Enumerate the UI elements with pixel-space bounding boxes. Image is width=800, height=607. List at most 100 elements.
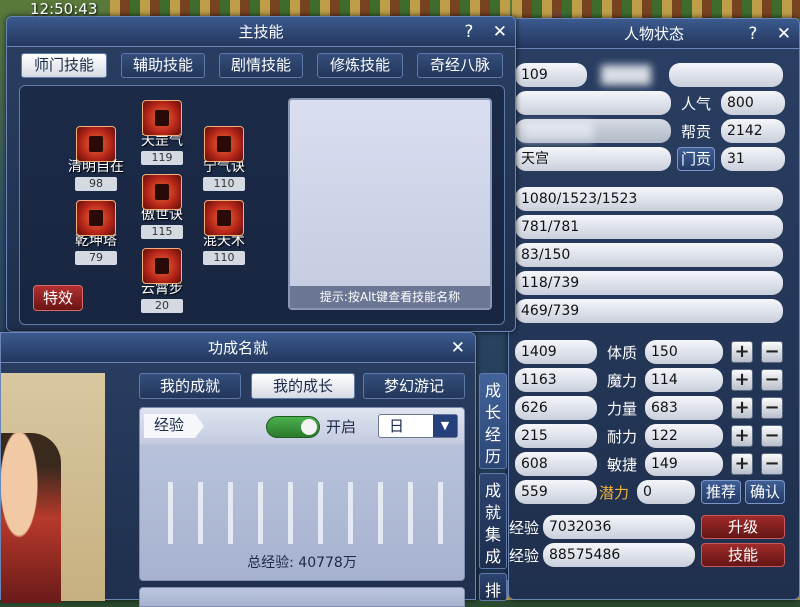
minus-button[interactable]: − [761,369,783,391]
skill-tiangangqi[interactable]: 天罡气 119 [130,100,194,165]
character-art [1,433,61,603]
character-portrait [1,373,105,603]
contribution-field: 2142 [721,119,785,143]
potential-field: 0 [637,480,695,504]
side-tab-growth[interactable]: 成长经历 [479,373,507,469]
skill-ningqijue[interactable]: 宁气诀 110 [192,126,256,191]
skill-icon [142,248,182,284]
plus-button[interactable]: + [731,397,753,419]
stat-label: 敏捷 [607,456,638,474]
help-icon[interactable]: ? [748,24,757,44]
stat-points: 149 [645,452,723,476]
second-card [139,587,465,607]
tab-my-achievements[interactable]: 我的成就 [139,373,241,399]
level-field: 109 [515,63,587,87]
extra-value: 559 [515,480,597,504]
skill-yunxiaobu[interactable]: 云霄步 20 [130,248,194,313]
side-tab-rank[interactable]: 排 [479,573,507,601]
stat-points: 683 [645,396,723,420]
window-title-bar[interactable]: 人物状态 ? ✕ [509,19,799,49]
popularity-field: 800 [721,91,785,115]
window-title-bar[interactable]: 功成名就 ✕ [1,333,475,363]
close-icon[interactable]: ✕ [493,22,507,42]
skill-icon [142,174,182,210]
exp-tag: 经验 [144,414,204,438]
skill-icon [204,126,244,162]
skills-button[interactable]: 技能 [701,543,785,567]
exp-bar [198,482,203,544]
exp-bar [348,482,353,544]
energy-bar: 469/739 [515,299,783,323]
window-title: 功成名就 [207,339,268,357]
plus-button[interactable]: + [731,453,753,475]
upgrade-button[interactable]: 升级 [701,515,785,539]
plus-button[interactable]: + [731,425,753,447]
side-tab-collection[interactable]: 成就集成 [479,473,507,569]
skill-detail-panel: 提示:按Alt键查看技能名称 [288,98,492,310]
tab-travelogue[interactable]: 梦幻游记 [363,373,465,399]
exp-card-header: 经验 开启 日 ▼ [140,408,464,444]
tab-cultivation-skills[interactable]: 修炼技能 [317,53,403,78]
tab-meridian[interactable]: 奇经八脉 [417,53,503,78]
skill-huntianshu[interactable]: 混天术 110 [192,200,256,265]
window-title-bar[interactable]: 主技能 ? ✕ [7,17,515,47]
exp-bar [288,482,293,544]
stat-value: 215 [515,424,597,448]
skill-icon [76,200,116,236]
tab-sect-skills[interactable]: 师门技能 [21,53,107,78]
stat-value: 1409 [515,340,597,364]
stat-label: 魔力 [607,372,638,390]
skill-icon [142,100,182,136]
stat-label: 力量 [607,400,638,418]
stat-value: 626 [515,396,597,420]
tab-my-growth[interactable]: 我的成长 [251,373,355,399]
tab-support-skills[interactable]: 辅助技能 [121,53,205,78]
contribution-label: 帮贡 [681,123,712,141]
exp-bar [438,482,443,544]
confirm-button[interactable]: 确认 [745,480,785,504]
exp-field: 7032036 [543,515,695,539]
title-field [515,91,671,115]
window-title: 人物状态 [623,25,684,43]
exp2-field: 88575486 [543,543,695,567]
hint-text: 提示:按Alt键查看技能名称 [290,286,490,308]
effect-button[interactable]: 特效 [33,285,83,311]
vigor-bar: 118/739 [515,271,783,295]
recommend-button[interactable]: 推荐 [701,480,741,504]
exp-toggle[interactable] [266,416,320,438]
plus-button[interactable]: + [731,341,753,363]
tab-story-skills[interactable]: 剧情技能 [219,53,303,78]
achievement-window: 功成名就 ✕ 我的成就 我的成长 梦幻游记 经验 开启 日 ▼ 总经验: 407… [0,332,507,607]
exp-bar [168,482,173,544]
exp-bars [160,478,450,544]
sect-field: 天宫 [515,147,671,171]
total-exp: 总经验: 40778万 [247,555,357,571]
exp-bar [258,482,263,544]
help-icon[interactable]: ? [464,22,473,42]
character-status-window: 人物状态 ? ✕ 109 人气 800 帮贡 2142 天宫 门贡 31 108… [508,18,800,600]
popularity-label: 人气 [681,95,712,113]
minus-button[interactable]: − [761,453,783,475]
minus-button[interactable]: − [761,397,783,419]
stat-points: 150 [645,340,723,364]
anger-bar: 83/150 [515,243,783,267]
sect-contrib-button[interactable]: 门贡 [677,147,715,171]
chevron-down-icon[interactable]: ▼ [433,415,457,437]
top-decoration-right [512,0,800,18]
skill-icon [76,126,116,162]
sect-contrib-field: 31 [721,147,785,171]
id-field [515,119,671,143]
skill-aoshijue[interactable]: 傲世诀 115 [130,174,194,239]
skill-icon [204,200,244,236]
close-icon[interactable]: ✕ [451,333,465,363]
skill-qingmingzizai[interactable]: 清明自在 98 [64,126,128,191]
skill-qiankunta[interactable]: 乾坤塔 79 [64,200,128,265]
exp-card: 经验 开启 日 ▼ 总经验: 40778万 [139,407,465,581]
stat-label: 耐力 [607,428,638,446]
minus-button[interactable]: − [761,341,783,363]
window-title: 主技能 [238,23,284,41]
plus-button[interactable]: + [731,369,753,391]
period-select[interactable]: 日 ▼ [378,414,458,438]
close-icon[interactable]: ✕ [777,24,791,44]
minus-button[interactable]: − [761,425,783,447]
